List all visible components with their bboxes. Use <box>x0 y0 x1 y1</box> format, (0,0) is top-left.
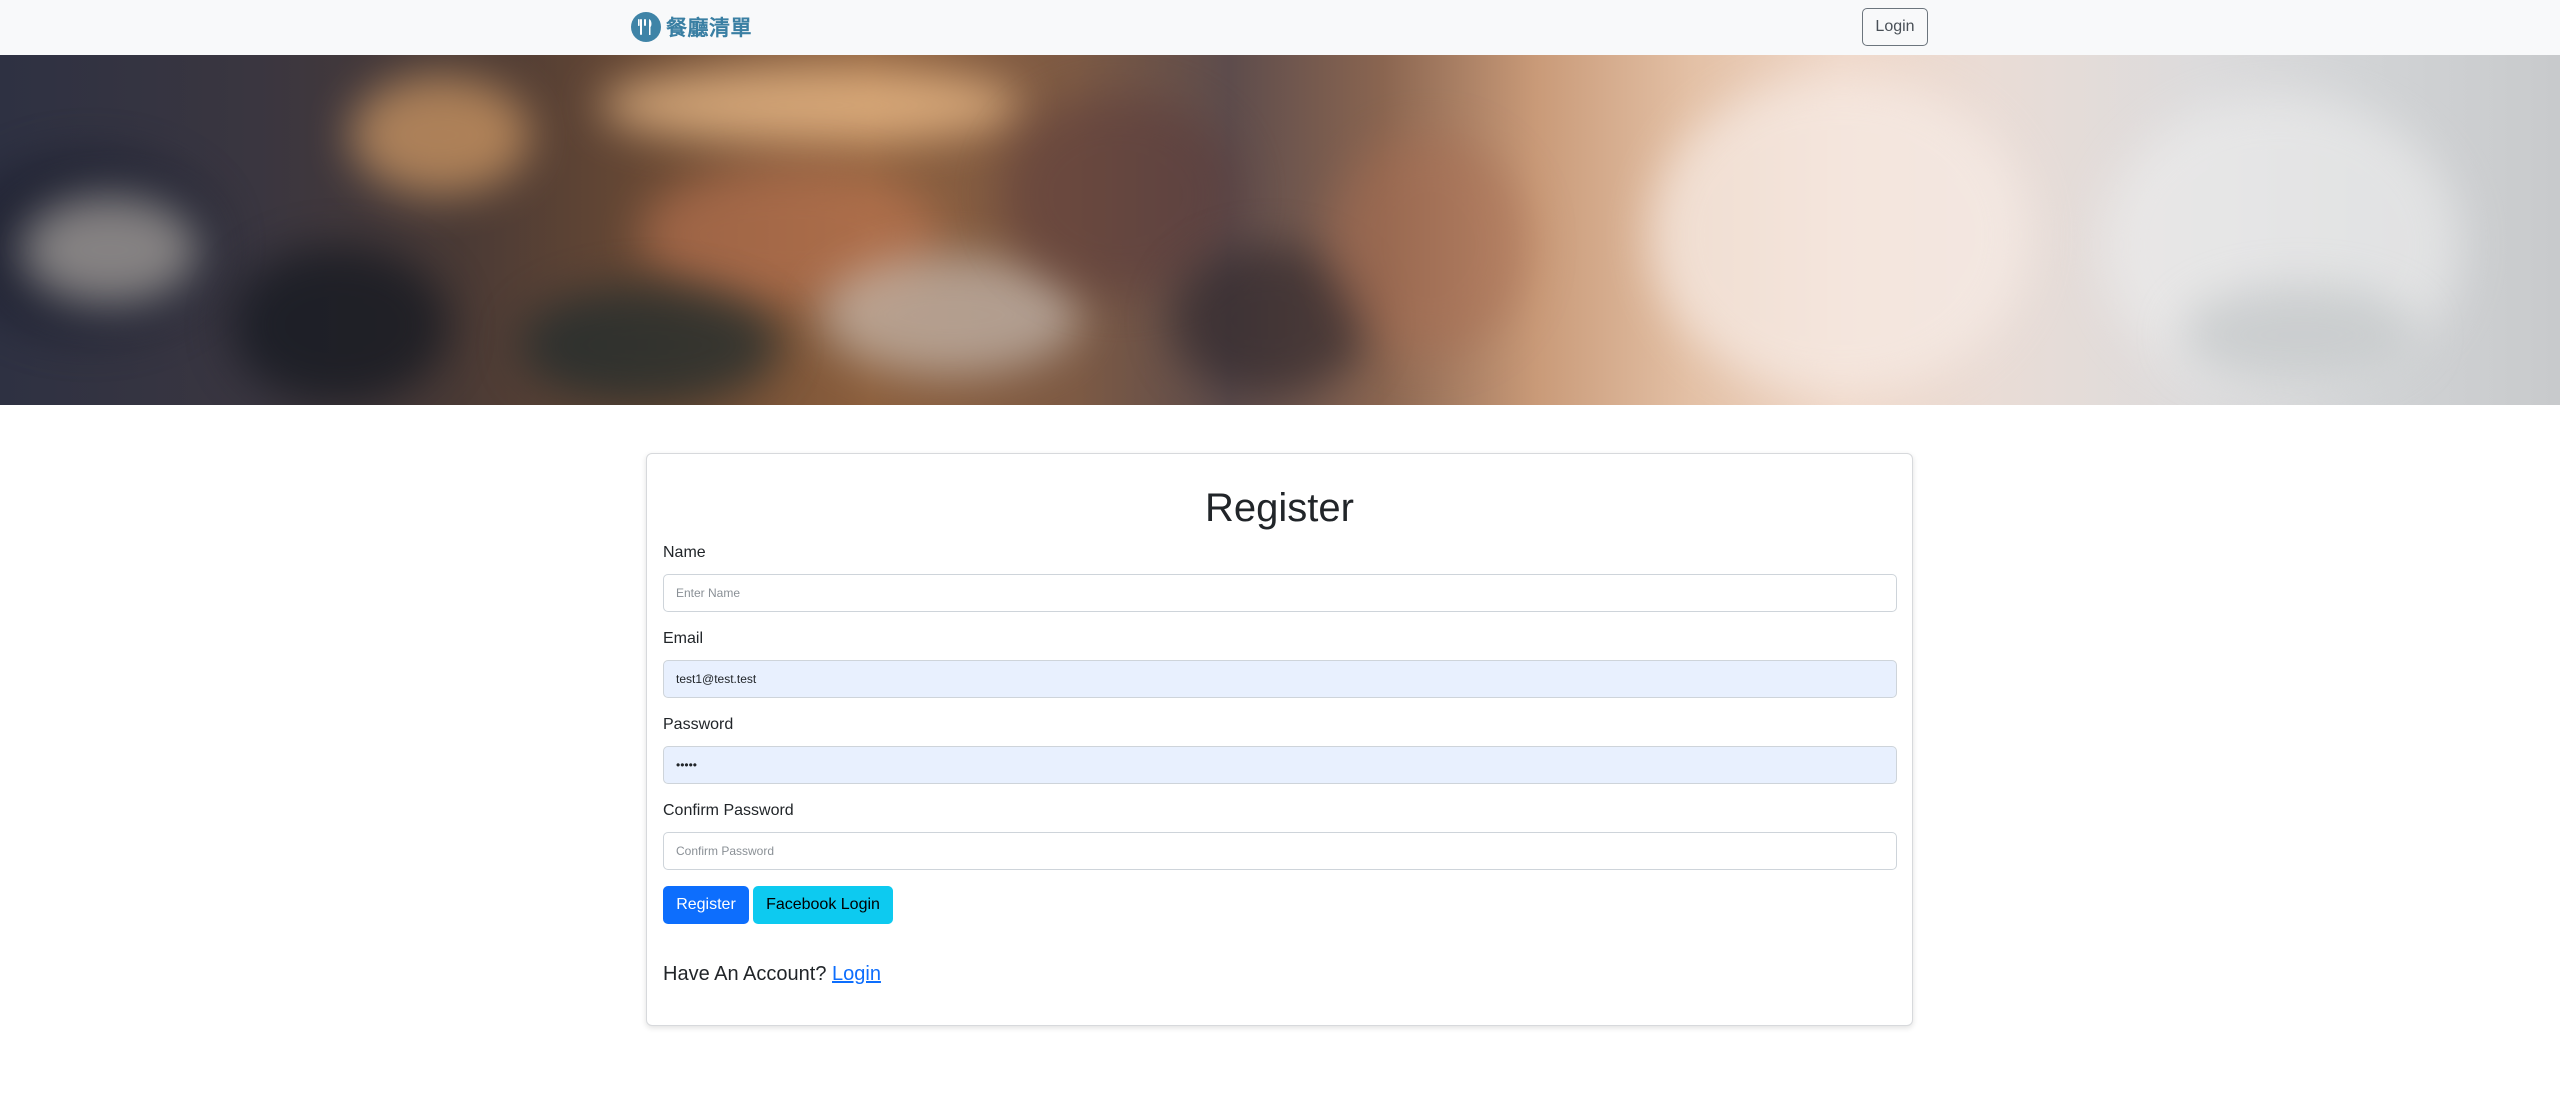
login-link[interactable]: Login <box>832 963 881 985</box>
top-navbar: 餐廳清單 Login <box>0 0 2560 55</box>
password-label: Password <box>663 716 734 733</box>
confirm-password-label: Confirm Password <box>663 802 794 819</box>
facebook-login-button[interactable]: Facebook Login <box>753 886 893 924</box>
fork-knife-icon <box>631 12 661 42</box>
page-title: Register <box>1205 486 1354 530</box>
name-input[interactable] <box>663 574 1897 612</box>
hero-banner-image <box>0 55 2560 405</box>
email-label: Email <box>663 630 704 647</box>
register-card: Register Name Email Password Confirm Pas… <box>646 453 1913 1026</box>
name-label: Name <box>663 544 706 561</box>
confirm-password-input[interactable] <box>663 832 1897 870</box>
brand-name: 餐廳清單 <box>666 16 752 40</box>
email-input[interactable] <box>663 660 1897 698</box>
have-account-line: Have An Account? Login <box>663 962 881 986</box>
have-account-text: Have An Account? <box>663 963 827 985</box>
brand-link[interactable]: 餐廳清單 <box>631 12 752 42</box>
register-button[interactable]: Register <box>663 886 749 924</box>
navbar-login-button[interactable]: Login <box>1862 8 1928 46</box>
password-input[interactable] <box>663 746 1897 784</box>
